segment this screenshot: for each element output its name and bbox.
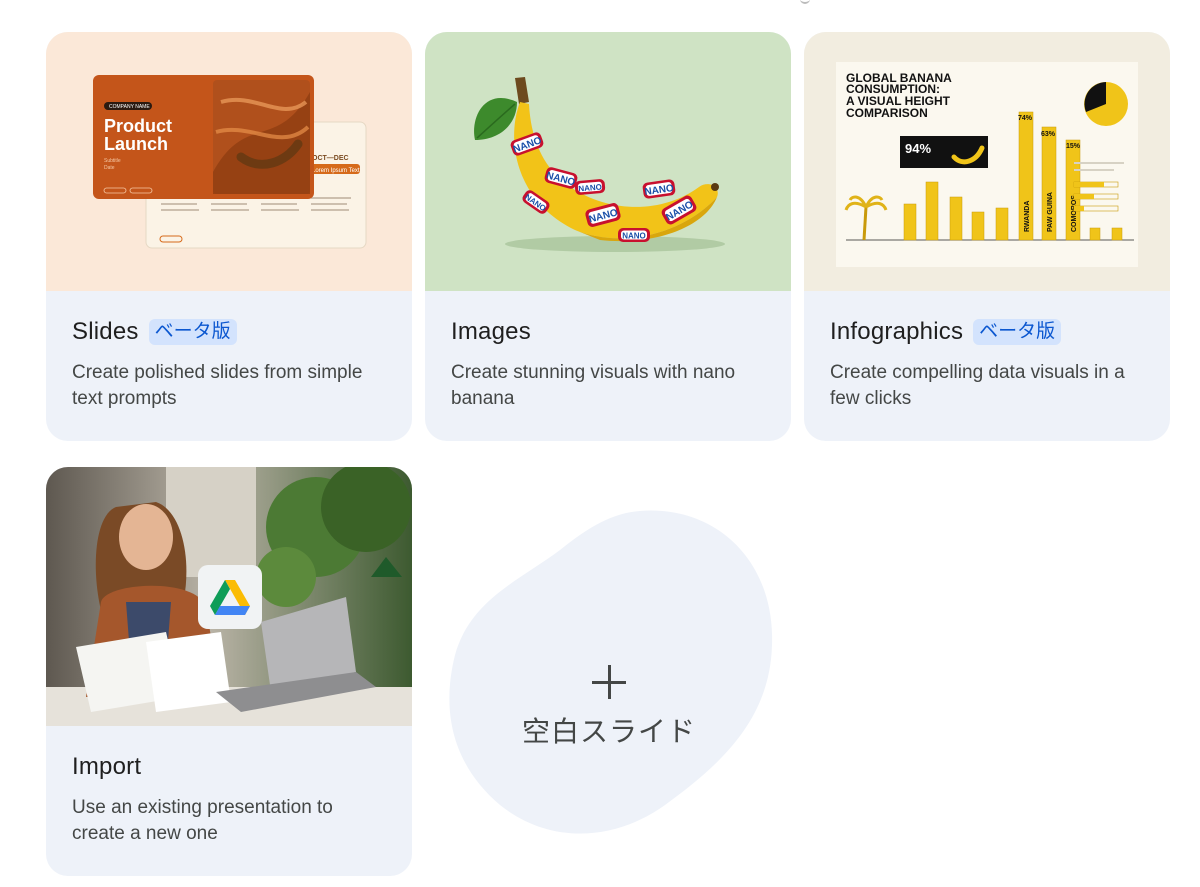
infographics-beta-badge: ベータ版 [973,319,1062,345]
slides-card[interactable]: Lorem Ipsum Text OCT—DEC COMPANY NAME Pr… [46,32,412,441]
import-title: Import [72,753,142,780]
images-description: Create stunning visuals with nano banana [451,362,736,409]
slides-thumbnail: Lorem Ipsum Text OCT—DEC COMPANY NAME Pr… [46,32,412,291]
slides-description: Create polished slides from simple text … [72,362,363,409]
import-description: Use an existing presentation to create a… [72,797,333,844]
infographics-description: Create compelling data visuals in a few … [830,362,1125,409]
images-thumbnail: NANO NANO NANO NANO NANO NANO NANO NANO [425,32,791,291]
infographics-thumbnail: GLOBAL BANANA CONSUMPTION: A VISUAL HEIG… [804,32,1170,291]
info-bar-png: PAW GUINA [1047,192,1054,232]
infographics-title: Infographics [830,318,964,345]
blank-slide-button[interactable]: 空白スライド [440,505,778,843]
info-bar-comoros: COMOROS [1071,195,1078,232]
slides-thumb-date: Date [104,165,115,171]
import-thumbnail [46,467,412,726]
images-card[interactable]: NANO NANO NANO NANO NANO NANO NANO NANO … [425,32,791,441]
images-title: Images [451,318,531,345]
slides-thumb-headline-1: Product [104,116,172,136]
slides-title: Slides [72,318,139,345]
images-sticker-6: NANO [622,232,646,241]
slides-thumb-headline-2: Launch [104,134,168,154]
info-stat: 94% [905,141,931,156]
info-pct-15: 15% [1066,143,1081,150]
slides-thumb-back-tag: Lorem Ipsum Text [312,168,360,174]
info-bar-rwanda: RWANDA [1024,201,1031,232]
slides-beta-badge: ベータ版 [148,319,237,345]
blank-slide-label: 空白スライド [521,716,696,747]
slides-thumb-back-label: OCT—DEC [312,155,349,162]
slides-thumb-subtitle: Subtitle [104,158,121,164]
slides-thumb-company: COMPANY NAME [109,104,150,110]
plus-icon [592,665,626,699]
scroll-peek [800,0,810,4]
info-headline-4: COMPARISON [846,106,928,120]
infographics-card[interactable]: GLOBAL BANANA CONSUMPTION: A VISUAL HEIG… [804,32,1170,441]
info-pct-63: 63% [1041,131,1056,138]
info-pct-74: 74% [1018,115,1033,122]
import-card[interactable]: Import Use an existing presentation to c… [46,467,412,876]
